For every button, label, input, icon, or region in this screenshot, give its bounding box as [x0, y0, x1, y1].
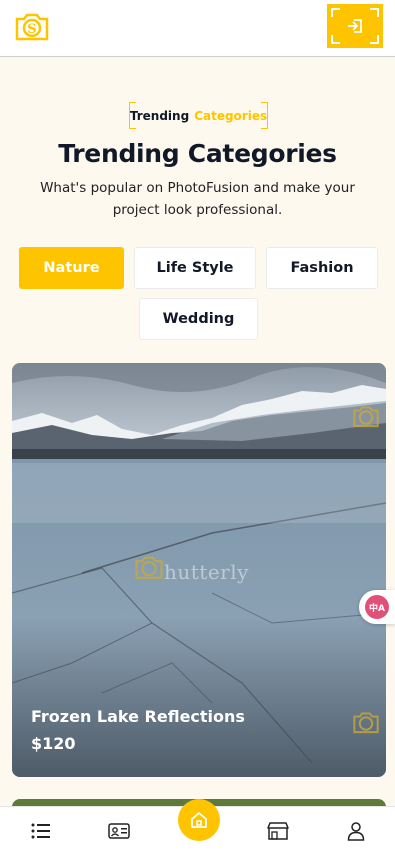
nav-home-button[interactable] — [178, 799, 220, 841]
svg-text:S: S — [27, 22, 36, 37]
translate-icon: 中A — [365, 595, 389, 619]
section-eyebrow: Trending Categories — [129, 102, 268, 129]
section-subtitle: What's popular on PhotoFusion and make y… — [40, 180, 355, 218]
logo[interactable]: S — [14, 10, 50, 42]
section-title: Trending Categories — [58, 139, 337, 168]
tab-nature[interactable]: Nature — [19, 247, 124, 289]
nav-store[interactable] — [256, 807, 300, 854]
watermark-logo-icon — [135, 556, 163, 579]
top-bar: S — [0, 0, 395, 57]
tab-life-style[interactable]: Life Style — [134, 247, 256, 289]
camera-logo-icon: S — [15, 13, 49, 41]
nav-account[interactable] — [334, 807, 378, 854]
login-icon — [348, 19, 362, 33]
card-price: $120 — [31, 734, 76, 753]
id-card-icon — [108, 823, 130, 839]
translate-button[interactable]: 中A — [359, 590, 395, 624]
watermark-logo-icon — [353, 406, 379, 428]
bottom-nav — [0, 799, 395, 854]
nav-profile-card[interactable] — [97, 807, 141, 854]
card-title: Frozen Lake Reflections — [31, 707, 245, 726]
tab-fashion[interactable]: Fashion — [266, 247, 378, 289]
menu-icon — [31, 823, 50, 839]
eyebrow-word-1: Trending — [129, 108, 190, 123]
watermark-logo-icon — [353, 712, 379, 734]
home-icon — [191, 812, 207, 828]
login-button[interactable] — [327, 4, 383, 48]
watermark-text: hutterly — [164, 560, 249, 584]
user-icon — [347, 822, 365, 841]
tab-wedding[interactable]: Wedding — [139, 298, 258, 340]
nav-menu[interactable] — [19, 807, 63, 854]
category-card[interactable]: hutterly Frozen Lake Reflections $120 — [12, 363, 386, 777]
eyebrow-word-2: Categories — [194, 108, 268, 123]
store-icon — [267, 822, 289, 840]
